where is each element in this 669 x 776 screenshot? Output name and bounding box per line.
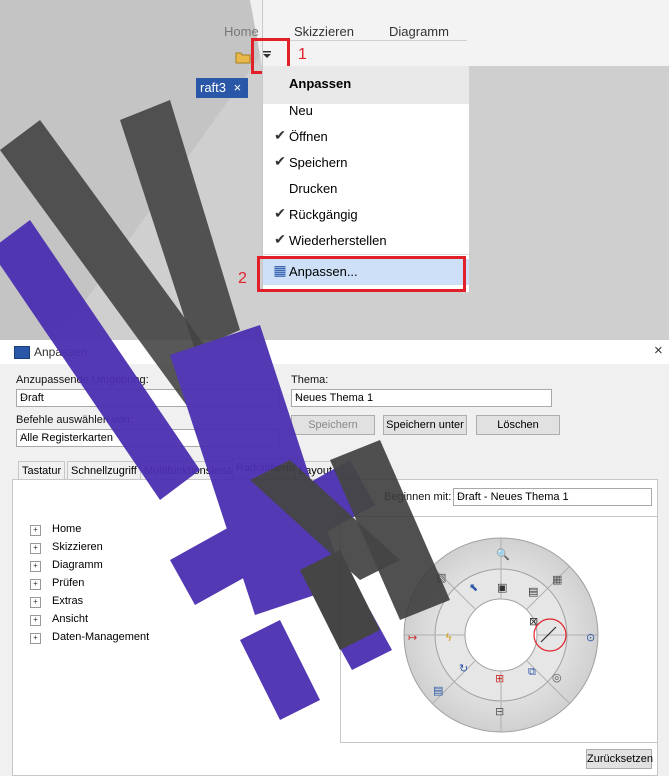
tree-item-daten-management[interactable]: Daten-Management xyxy=(52,631,149,643)
menu-header-label: Anpassen xyxy=(289,76,352,91)
ribbon-separator xyxy=(262,40,467,41)
radial-menu-preview: 🔍 ▣ ▤ ⬉ ▧ ↦ ϟ ↻ ⊞ ⧉ ▤ ⊟ ◎ ▦ ⊙ ⊠ xyxy=(340,516,658,743)
expand-icon[interactable]: + xyxy=(30,615,41,626)
menu-item-label: Drucken xyxy=(289,181,338,196)
tab-schnellzugriff[interactable]: Schnellzugriff xyxy=(67,461,141,480)
tab-radialmenu[interactable]: Radialmenü xyxy=(232,458,299,481)
svg-text:▣: ▣ xyxy=(497,581,507,594)
tab-diagramm[interactable]: Diagramm xyxy=(389,24,449,39)
customize-dialog: Anpassen × Anzupassende Umgebung: Draft ⌵… xyxy=(0,340,669,776)
menu-item-label: Speichern xyxy=(289,155,348,170)
svg-text:⊟: ⊟ xyxy=(495,705,504,718)
menu-item-label: Wiederherstellen xyxy=(289,233,387,248)
tree-item-ansicht[interactable]: Ansicht xyxy=(52,613,88,625)
svg-text:◎: ◎ xyxy=(552,671,562,684)
tab-layout[interactable]: Layout xyxy=(295,461,337,480)
menu-item-label: Öffnen xyxy=(289,129,328,144)
theme-select[interactable]: Neues Thema 1 ⌵ xyxy=(291,389,552,407)
svg-text:▤: ▤ xyxy=(433,684,443,697)
tree-item-home[interactable]: Home xyxy=(52,523,81,535)
tree-item-skizzieren[interactable]: Skizzieren xyxy=(52,541,103,553)
svg-text:↻: ↻ xyxy=(459,662,468,675)
chevron-down-icon: ⌵ xyxy=(457,490,465,501)
expand-icon[interactable]: + xyxy=(30,579,41,590)
menu-item-label: Neu xyxy=(289,103,313,118)
commands-select[interactable]: Alle Registerkarten ⌵ xyxy=(16,429,280,447)
delete-button[interactable]: Löschen xyxy=(476,415,560,435)
svg-text:ϟ: ϟ xyxy=(445,631,452,644)
chevron-down-icon: ⌵ xyxy=(20,391,28,402)
checkmark-icon: ✔ xyxy=(274,231,286,247)
svg-text:⊙: ⊙ xyxy=(586,631,595,644)
env-select[interactable]: Draft ⌵ xyxy=(16,389,280,407)
svg-text:🔍: 🔍 xyxy=(496,547,510,561)
close-icon[interactable]: × xyxy=(654,342,663,359)
svg-text:⧉: ⧉ xyxy=(528,665,536,678)
save-as-button[interactable]: Speichern unter xyxy=(383,415,467,435)
env-label: Anzupassende Umgebung: xyxy=(16,374,149,386)
menu-item-label: Rückgängig xyxy=(289,207,358,222)
checkmark-icon: ✔ xyxy=(274,153,286,169)
menu-item-wiederherstellen[interactable]: ✔ Wiederherstellen xyxy=(263,228,469,254)
svg-text:▧: ▧ xyxy=(436,571,446,584)
app-icon xyxy=(14,346,30,359)
tree-item-diagramm[interactable]: Diagramm xyxy=(52,559,103,571)
expand-icon[interactable]: + xyxy=(30,561,41,572)
svg-text:↦: ↦ xyxy=(408,631,417,644)
tab-skizzieren[interactable]: Skizzieren xyxy=(294,24,354,39)
highlight-box-step2 xyxy=(257,256,466,292)
menu-item-speichern[interactable]: ✔ Speichern xyxy=(263,150,469,176)
tree-item-pruefen[interactable]: Prüfen xyxy=(52,577,84,589)
dialog-title: Anpassen xyxy=(34,345,88,359)
menu-item-rueckgaengig[interactable]: ✔ Rückgängig xyxy=(263,202,469,228)
step1-label: 1 xyxy=(298,46,307,63)
reset-button[interactable]: Zurücksetzen xyxy=(586,749,653,769)
menu-item-drucken[interactable]: Drucken xyxy=(263,176,469,202)
checkmark-icon: ✔ xyxy=(274,127,286,143)
commands-label: Befehle auswählen von: xyxy=(16,414,133,426)
menu-item-neu[interactable]: Neu xyxy=(263,98,469,124)
dialog-titlebar xyxy=(0,340,669,364)
step2-label: 2 xyxy=(238,270,247,287)
menu-separator xyxy=(263,254,469,255)
tab-home[interactable]: Home xyxy=(224,24,259,39)
tab-tastatur[interactable]: Tastatur xyxy=(18,461,66,480)
svg-text:▦: ▦ xyxy=(552,573,562,586)
expand-icon[interactable]: + xyxy=(30,633,41,644)
theme-label: Thema: xyxy=(291,374,329,386)
begin-label: Beginnen mit: xyxy=(384,491,452,503)
command-tree[interactable]: + Home + Skizzieren + Diagramm + Prüfen … xyxy=(10,511,328,773)
svg-text:⊞: ⊞ xyxy=(495,672,504,685)
expand-icon[interactable]: + xyxy=(30,597,41,608)
document-tab[interactable]: raft3 × xyxy=(196,78,248,98)
close-icon[interactable]: × xyxy=(234,80,242,95)
document-tab-label: raft3 xyxy=(200,80,227,95)
save-button[interactable]: Speichern xyxy=(291,415,375,435)
begin-select[interactable]: Draft - Neues Thema 1 ⌵ xyxy=(453,488,652,506)
svg-text:▤: ▤ xyxy=(528,585,538,598)
svg-text:⬉: ⬉ xyxy=(469,581,478,594)
menu-item-oeffnen[interactable]: ✔ Öffnen xyxy=(263,124,469,150)
chevron-down-icon: ⌵ xyxy=(295,391,303,402)
radial-menu[interactable]: 🔍 ▣ ▤ ⬉ ▧ ↦ ϟ ↻ ⊞ ⧉ ▤ ⊟ ◎ ▦ ⊙ ⊠ xyxy=(341,517,657,742)
tab-multifunktionsleiste[interactable]: Multifunktionsleiste xyxy=(140,461,241,480)
expand-icon[interactable]: + xyxy=(30,525,41,536)
tree-item-extras[interactable]: Extras xyxy=(52,595,83,607)
chevron-down-icon: ⌵ xyxy=(20,431,28,442)
checkmark-icon: ✔ xyxy=(274,205,286,221)
expand-icon[interactable]: + xyxy=(30,543,41,554)
